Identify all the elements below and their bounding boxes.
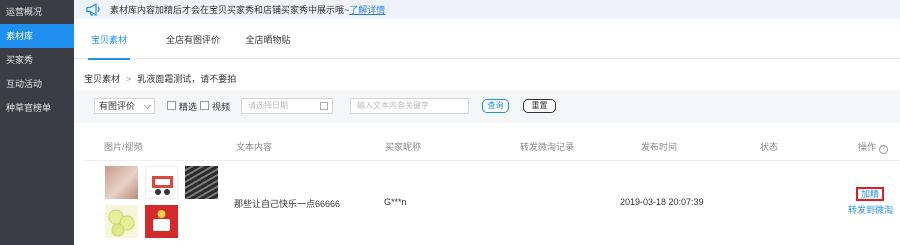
table-header: 图片/视频 文本内容 买家昵称 转发微淘记录 发布时间 状态 操作?: [74, 136, 900, 156]
learn-more-link[interactable]: 了解详情: [349, 3, 385, 16]
column-header-media: 图片/视频: [104, 142, 143, 152]
notice-text: 素材库内容加精后才会在宝贝买家秀和店铺买家秀中展示哦~: [110, 5, 350, 15]
column-header-nickname: 买家昵称: [385, 142, 422, 152]
review-content: 那些让自己快乐一点66666: [234, 199, 341, 209]
sidebar-item-material-library[interactable]: 素材库: [0, 24, 74, 48]
chevron-down-icon: [143, 101, 152, 110]
sidebar-item-interactive-activity[interactable]: 互动活动: [0, 72, 74, 96]
breadcrumb-root[interactable]: 宝贝素材: [84, 74, 120, 84]
breadcrumb: 宝贝素材 > 乳液面霜测试，请不要拍: [84, 72, 236, 85]
reset-button[interactable]: 重置: [523, 99, 556, 113]
calendar-icon: [320, 102, 328, 110]
search-button[interactable]: 查询: [482, 99, 509, 113]
column-header-status: 状态: [760, 142, 779, 152]
sidebar-item-overview[interactable]: 运营概况: [0, 0, 74, 24]
sidebar: 运营概况 素材库 买家秀 互动活动 种草官榜单: [0, 0, 74, 245]
column-header-content: 文本内容: [236, 142, 273, 152]
thumbnail-image[interactable]: [185, 166, 218, 199]
featured-checkbox[interactable]: [167, 101, 176, 110]
video-checkbox[interactable]: [200, 101, 209, 110]
breadcrumb-separator: >: [126, 74, 132, 84]
date-placeholder: 请选择日期: [248, 101, 288, 110]
keyword-search-input[interactable]: 输入文本内容关键字: [350, 98, 469, 114]
date-picker[interactable]: 请选择日期: [241, 98, 333, 114]
table-divider: [84, 160, 900, 161]
filter-bar: 有图评价 精选 视频 请选择日期 输入文本内容关键字 查询 重置: [74, 90, 900, 123]
column-header-forward-record: 转发微淘记录: [520, 142, 575, 152]
keyword-placeholder: 输入文本内容关键字: [357, 101, 429, 110]
help-icon[interactable]: ?: [879, 145, 889, 154]
product-image-icon: [153, 210, 170, 231]
cartoon-image-icon: [152, 176, 173, 195]
thumbnail-image[interactable]: [105, 166, 138, 199]
forward-to-weitao-link[interactable]: 转发到微淘: [848, 203, 893, 216]
featured-checkbox-label: 精选: [179, 102, 198, 112]
thumbnail-image[interactable]: [105, 205, 138, 238]
video-checkbox-label: 视频: [212, 102, 231, 112]
breadcrumb-current: 乳液面霜测试，请不要拍: [137, 74, 237, 84]
review-type-select[interactable]: 有图评价: [94, 98, 155, 114]
megaphone-icon: [86, 3, 100, 16]
column-header-publish-time: 发布时间: [641, 142, 678, 152]
feature-button[interactable]: 加精: [855, 187, 884, 201]
column-header-actions: 操作?: [858, 140, 889, 154]
buyer-nickname: G***n: [384, 197, 407, 207]
notice-bar: 素材库内容加精后才会在宝贝买家秀和店铺买家秀中展示哦~ 了解详情: [74, 0, 900, 19]
sidebar-item-buyer-show[interactable]: 买家秀: [0, 48, 74, 72]
tab-item-material[interactable]: 宝贝素材: [88, 22, 130, 60]
publish-time: 2019-03-18 20:07:39: [620, 197, 704, 207]
review-type-value: 有图评价: [99, 101, 136, 111]
lemon-slices-icon: [108, 209, 135, 237]
row-actions: 加精 转发到微淘: [848, 187, 893, 216]
thumbnail-image[interactable]: [145, 205, 178, 238]
tab-bar: 宝贝素材 全店有图评价 全店晒物贴: [74, 22, 900, 60]
tab-store-showcase-posts[interactable]: 全店晒物贴: [240, 22, 296, 59]
column-header-actions-label: 操作: [858, 142, 877, 152]
tab-store-photo-reviews[interactable]: 全店有图评价: [158, 22, 228, 59]
sidebar-item-influencer-ranking[interactable]: 种草官榜单: [0, 96, 74, 120]
thumbnail-image[interactable]: [145, 166, 178, 199]
